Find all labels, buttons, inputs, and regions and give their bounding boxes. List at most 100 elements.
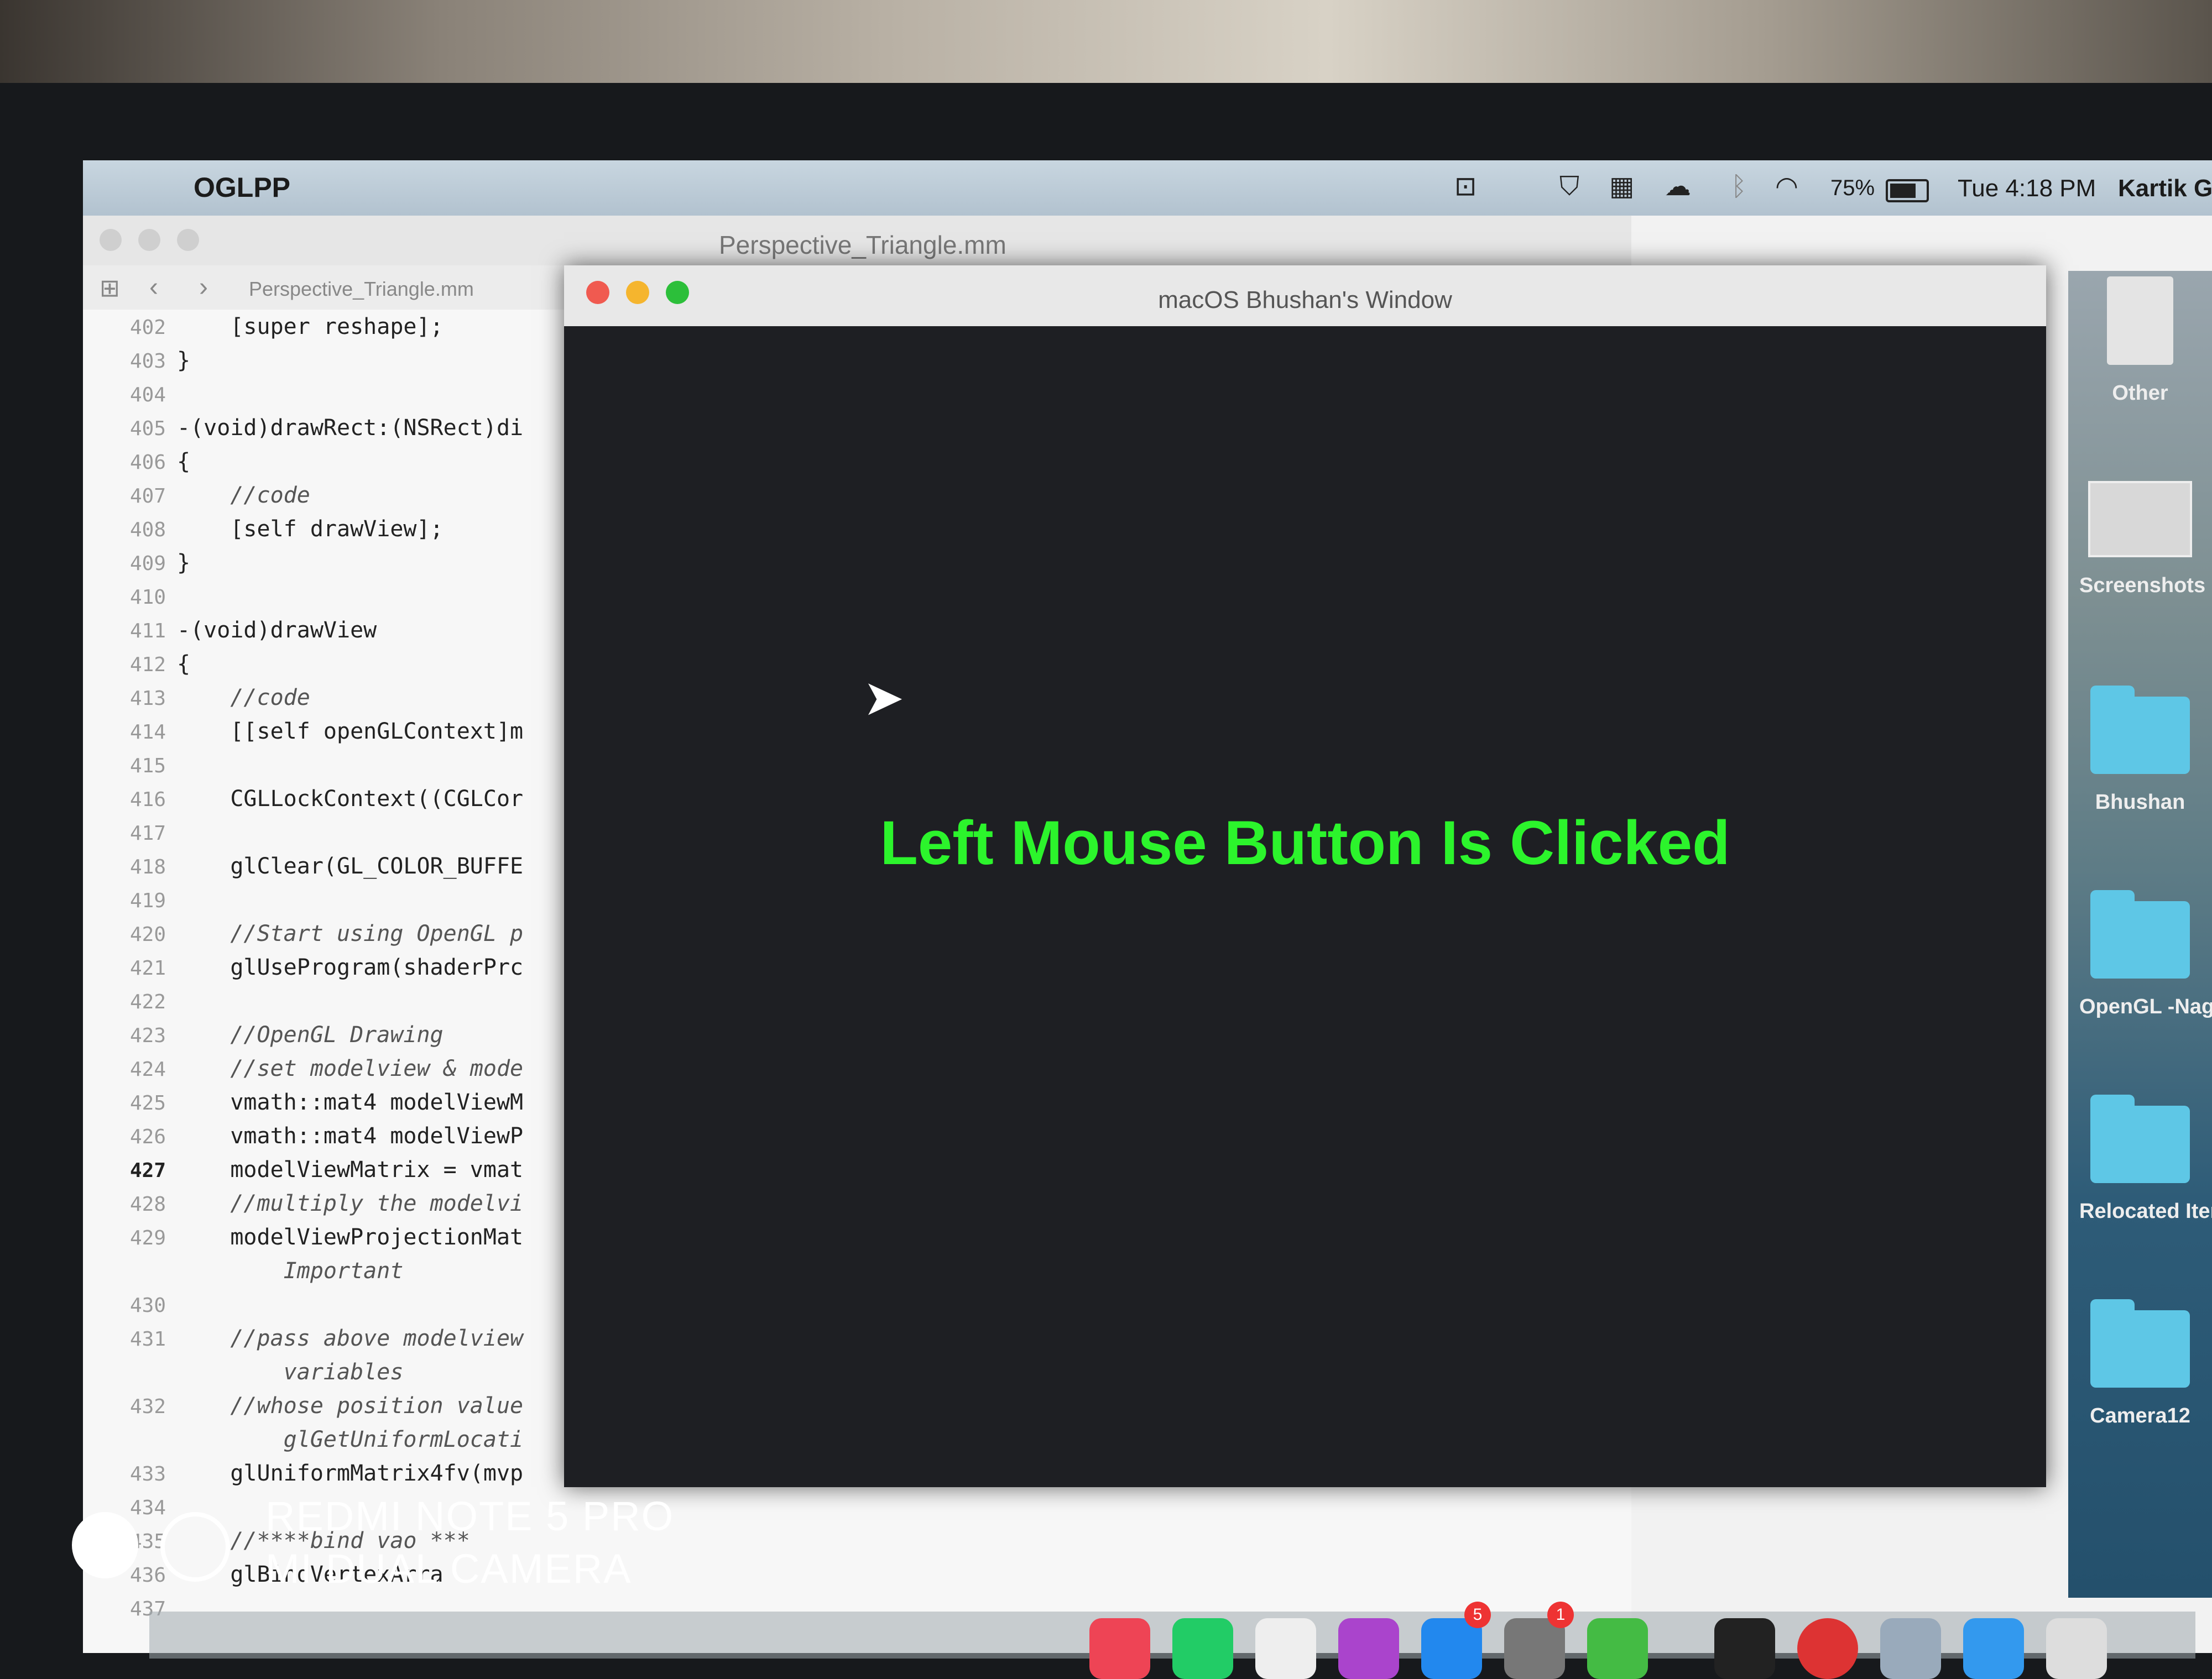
app-menu-name[interactable]: OGLPP [194, 171, 290, 203]
line-number: 426 [129, 1126, 166, 1148]
user-name[interactable]: Kartik Gl [2118, 175, 2212, 202]
code-line[interactable]: glUniformMatrix4fv(mvp [177, 1461, 523, 1486]
preview-icon[interactable] [1880, 1618, 1941, 1679]
code-line[interactable]: glUseProgram(shaderPrc [177, 955, 523, 980]
itunes-icon[interactable] [1255, 1618, 1316, 1679]
folder-icon [2090, 1095, 2190, 1183]
app-store-icon[interactable]: 5 [1421, 1602, 1491, 1679]
menu-clock[interactable]: Tue 4:18 PM [1958, 175, 2096, 202]
shield-icon[interactable]: ⛉ [1559, 172, 1579, 201]
forward-arrow-icon[interactable]: › [199, 272, 208, 302]
app-store-badge: 5 [1464, 1602, 1491, 1628]
code-line[interactable]: { [177, 651, 190, 677]
desktop-item-relocated[interactable]: Relocated Item [2079, 1095, 2212, 1223]
system-prefs-badge: 1 [1547, 1602, 1574, 1628]
xcode-icon[interactable] [1963, 1618, 2024, 1679]
code-line[interactable]: vmath::mat4 modelViewM [177, 1090, 523, 1115]
line-number: 404 [129, 384, 166, 406]
camera-watermark-ring [160, 1512, 230, 1582]
line-number: 428 [129, 1193, 166, 1216]
photos-icon[interactable] [1089, 1618, 1150, 1679]
code-line[interactable]: //multiply the modelvi [177, 1191, 523, 1216]
xcode-minimize-button[interactable] [138, 229, 160, 251]
line-number: 412 [129, 653, 166, 676]
menu-bar: OGLPP ⊡ ⛉ ▦ ☁ ᛒ ◠ 75% Tue 4:18 PM Kartik… [83, 160, 2212, 216]
chrome-icon[interactable] [1797, 1618, 1858, 1679]
desktop-item-label: OpenGL -Nages [2079, 995, 2212, 1018]
line-number: 413 [129, 687, 166, 710]
camera-watermark-line2: MI DUAL CAMERA [265, 1546, 632, 1592]
code-line[interactable]: -(void)drawView [177, 618, 377, 643]
bookmark-icon[interactable]: ⊡ [1454, 172, 1477, 201]
bluetooth-icon[interactable]: ᛒ [1731, 172, 1747, 201]
battery-percentage[interactable]: 75% [1830, 176, 1875, 201]
code-line[interactable]: modelViewProjectionMat [177, 1225, 523, 1250]
code-line[interactable]: //pass above modelview [177, 1326, 523, 1351]
line-number: 422 [129, 991, 166, 1013]
camera-watermark-dot [72, 1512, 138, 1578]
dock: 5 1 [149, 1602, 2195, 1679]
line-number: 431 [129, 1328, 166, 1351]
screenshot-stack-icon [2088, 481, 2192, 557]
code-line[interactable]: //set modelview & mode [177, 1056, 523, 1081]
utorrent-icon[interactable] [1587, 1618, 1648, 1679]
grid-view-icon[interactable]: ⊞ [100, 274, 120, 302]
instruments-icon[interactable] [2046, 1618, 2107, 1679]
desktop-item-opengl[interactable]: OpenGL -Nages [2079, 890, 2212, 1019]
code-line[interactable]: //Start using OpenGL p [177, 921, 523, 946]
code-line[interactable]: CGLLockContext((CGLCor [177, 786, 523, 812]
notification-icon[interactable]: ☁ [1665, 172, 1691, 201]
code-line[interactable]: [[self openGLContext]m [177, 719, 523, 744]
grid-icon[interactable]: ▦ [1609, 172, 1634, 201]
line-number: 421 [129, 957, 166, 980]
line-number: 411 [129, 620, 166, 642]
desktop-item-camera12[interactable]: Camera12 [2079, 1299, 2201, 1428]
system-preferences-icon[interactable]: 1 [1504, 1602, 1574, 1679]
mac-screen: OGLPP ⊡ ⛉ ▦ ☁ ᛒ ◠ 75% Tue 4:18 PM Kartik… [83, 160, 2212, 1653]
xcode-zoom-button[interactable] [177, 229, 199, 251]
code-line[interactable]: variables [177, 1359, 404, 1385]
photo-background [0, 0, 2212, 83]
code-line[interactable]: //code [177, 685, 310, 710]
line-number: 414 [129, 721, 166, 744]
code-line[interactable]: //code [177, 483, 310, 508]
battery-icon[interactable] [1886, 179, 1929, 202]
folder-icon [2090, 1299, 2190, 1388]
code-line[interactable]: modelViewMatrix = vmat [177, 1157, 523, 1183]
podcasts-icon[interactable] [1338, 1618, 1399, 1679]
breadcrumb[interactable]: Perspective_Triangle.mm [249, 278, 474, 301]
code-line[interactable]: Important [177, 1258, 404, 1284]
camera-watermark-line1: REDMI NOTE 5 PRO [265, 1493, 675, 1539]
gl-message-text: Left Mouse Button Is Clicked [880, 808, 1730, 877]
line-number: 433 [129, 1463, 166, 1486]
line-number: 430 [129, 1294, 166, 1317]
line-number: 406 [129, 451, 166, 474]
gl-canvas[interactable]: ➤ Left Mouse Button Is Clicked [564, 326, 2046, 1487]
code-line[interactable]: [super reshape]; [177, 314, 443, 339]
line-number: 409 [129, 552, 166, 575]
code-line[interactable]: vmath::mat4 modelViewP [177, 1123, 523, 1149]
line-number: 405 [129, 417, 166, 440]
code-line[interactable]: [self drawView]; [177, 516, 443, 542]
back-arrow-icon[interactable]: ‹ [149, 272, 158, 302]
code-line[interactable]: //whose position value [177, 1393, 523, 1419]
code-line[interactable]: glClear(GL_COLOR_BUFFE [177, 854, 523, 879]
terminal-icon[interactable] [1714, 1618, 1775, 1679]
code-line[interactable]: -(void)drawRect:(NSRect)di [177, 415, 523, 441]
folder-icon [2090, 686, 2190, 774]
gl-window-title: macOS Bhushan's Window [1158, 286, 1452, 313]
line-number: 432 [129, 1395, 166, 1418]
xcode-close-button[interactable] [100, 229, 122, 251]
code-line[interactable]: } [177, 550, 190, 576]
code-line[interactable]: //OpenGL Drawing [177, 1022, 443, 1048]
wifi-icon[interactable]: ◠ [1775, 172, 1798, 201]
gl-window-titlebar: macOS Bhushan's Window [564, 265, 2046, 326]
desktop-item-bhushan[interactable]: Bhushan [2079, 686, 2201, 814]
desktop-item-screenshots[interactable]: Screenshots [2079, 481, 2205, 598]
facetime-icon[interactable] [1172, 1618, 1233, 1679]
code-line[interactable]: { [177, 449, 190, 474]
code-line[interactable]: } [177, 348, 190, 373]
code-line[interactable]: glGetUniformLocati [177, 1427, 523, 1452]
desktop-item-other[interactable]: Other [2079, 276, 2201, 405]
desktop-item-label: Other [2112, 381, 2168, 405]
